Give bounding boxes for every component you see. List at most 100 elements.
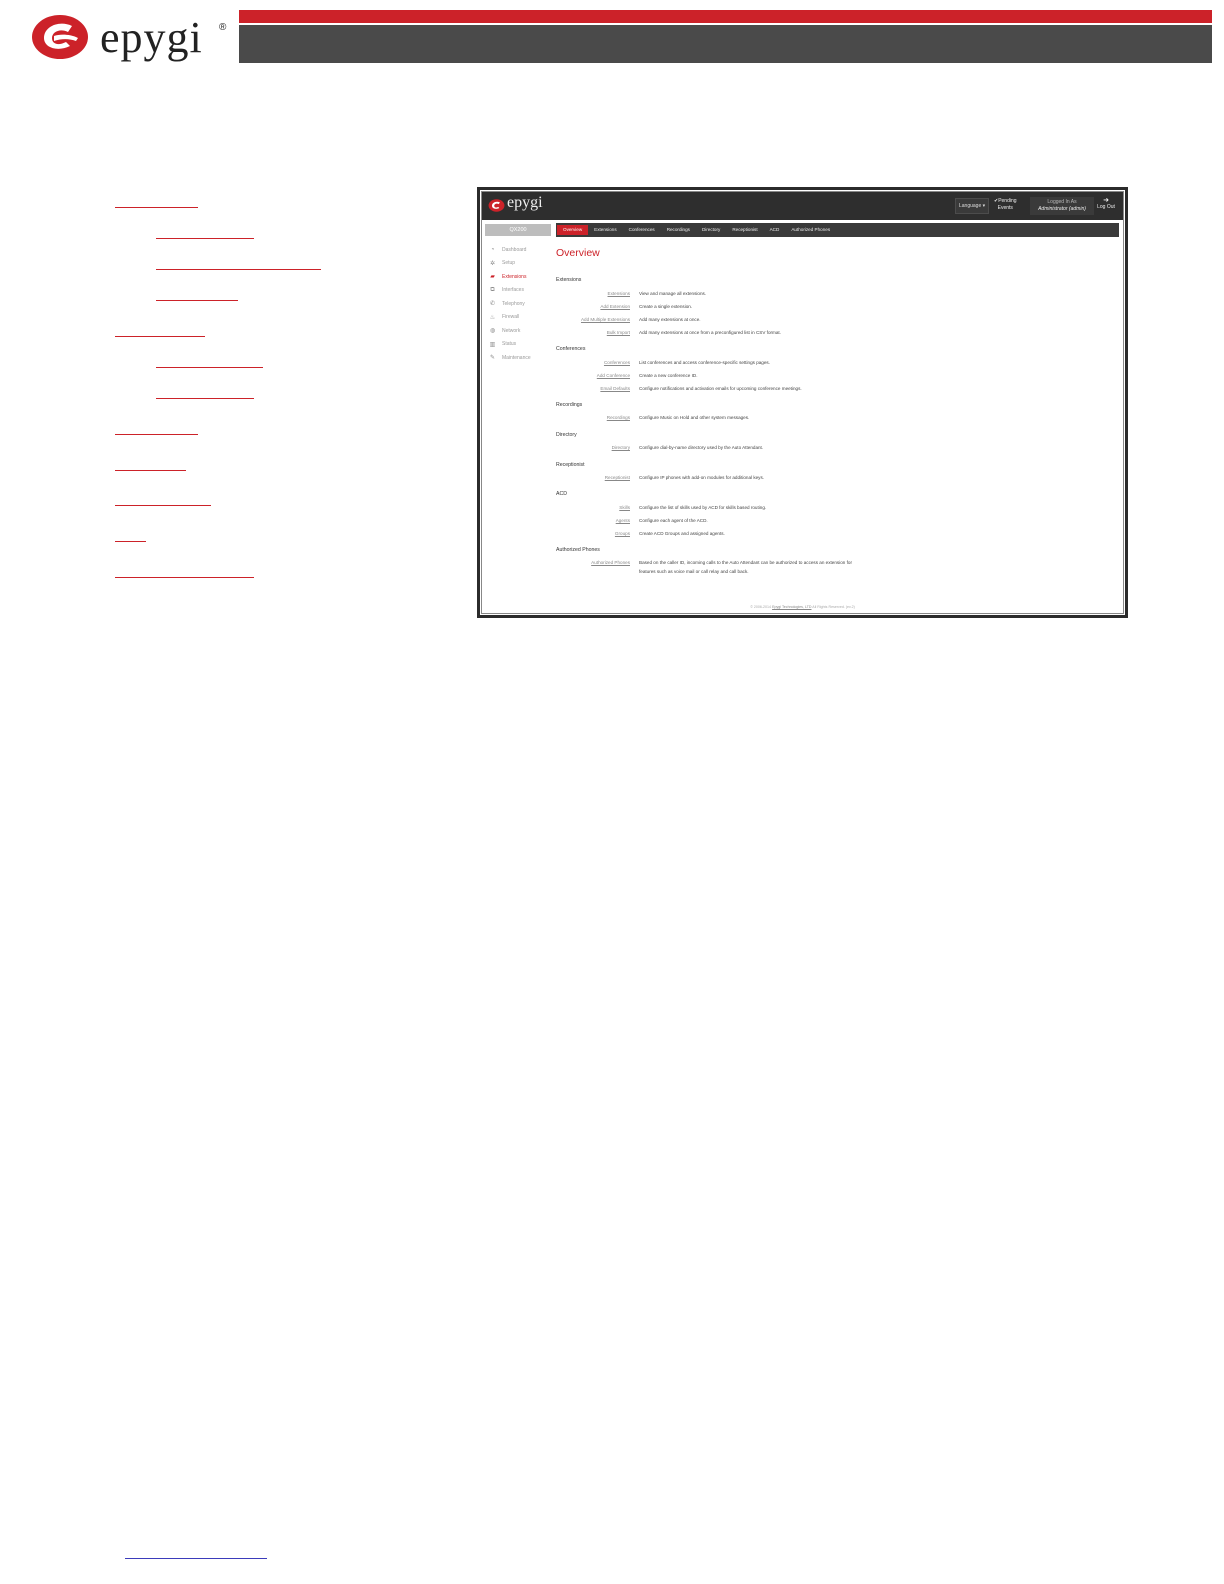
app-screenshot: epygi Language ▾ ✔Pending Events Logged … <box>477 187 1128 618</box>
header-dark-band <box>239 25 1212 63</box>
dashboard-icon: ◔ <box>490 246 495 253</box>
link-add-conference[interactable]: Add Conference <box>556 373 630 378</box>
sidebar-item-maintenance[interactable]: ✎ Maintenance <box>488 351 554 365</box>
sidebar-item-label: Extensions <box>502 273 527 280</box>
logout-button[interactable]: ➜ Log Out <box>1094 197 1118 211</box>
sidebar-item-label: Maintenance <box>502 354 531 361</box>
toc-link-1-2[interactable] <box>156 260 321 270</box>
pending-events-line2: Events <box>997 205 1013 211</box>
sidebar-item-interfaces[interactable]: ⧉ Interfaces <box>488 284 554 298</box>
app-topbar: epygi Language ▾ ✔Pending Events Logged … <box>482 192 1123 220</box>
link-authorized-phones[interactable]: Authorized Phones <box>556 560 630 565</box>
desc-skills: Configure the list of skills used by ACD… <box>639 505 767 510</box>
toc-link-1-1[interactable] <box>156 229 254 239</box>
desc-agents: Configure each agent of the ACD. <box>639 518 708 523</box>
toc-link-2-1[interactable] <box>156 358 263 368</box>
language-dropdown[interactable]: Language ▾ <box>955 198 990 214</box>
section-title-receptionist: Receptionist <box>556 462 585 468</box>
link-bulk-import[interactable]: Bulk Import <box>556 330 630 335</box>
extensions-icon: ▰ <box>490 274 495 281</box>
epygi-swirl-icon <box>32 15 88 59</box>
toc-link-2[interactable] <box>115 327 205 337</box>
interfaces-icon: ⧉ <box>490 286 495 293</box>
logout-label: Log Out <box>1097 204 1115 210</box>
tab-conferences[interactable]: Conferences <box>623 225 661 235</box>
flame-icon: ♨ <box>489 314 496 321</box>
tab-recordings[interactable]: Recordings <box>661 225 696 235</box>
desc-add-conference: Create a new conference ID. <box>639 373 698 378</box>
registered-mark: ® <box>219 22 227 33</box>
epygi-wordmark: epygi <box>100 13 203 62</box>
sidebar-item-network[interactable]: ◍ Network <box>488 324 554 338</box>
sidebar-item-firewall[interactable]: ♨ Firewall <box>488 311 554 325</box>
link-extensions[interactable]: Extensions <box>556 291 630 296</box>
desc-recordings: Configure Music on Hold and other system… <box>639 415 750 420</box>
wrench-icon: ✎ <box>489 355 496 362</box>
link-add-multiple-extensions[interactable]: Add Multiple Extensions <box>556 317 630 322</box>
tab-receptionist[interactable]: Receptionist <box>726 225 763 235</box>
logged-in-user: Administrator (admin) <box>1038 206 1086 212</box>
link-groups[interactable]: Groups <box>556 531 630 536</box>
link-receptionist[interactable]: Receptionist <box>556 475 630 480</box>
section-title-directory: Directory <box>556 432 577 438</box>
logged-in-box: Logged In As Administrator (admin) <box>1030 197 1094 215</box>
tab-authorized-phones[interactable]: Authorized Phones <box>785 225 836 235</box>
toc-link-6[interactable] <box>115 532 146 542</box>
device-name: QX200 <box>485 224 551 236</box>
desc-authorized-phones: Based on the caller ID, incoming calls t… <box>639 560 852 565</box>
sidebar-item-dashboard[interactable]: ◔ Dashboard <box>488 243 554 257</box>
phone-icon: ✆ <box>489 301 496 308</box>
toc-link-1[interactable] <box>115 198 198 208</box>
overview-content: Overview Extensions Extensions View and … <box>556 247 1116 574</box>
app-swirl-icon <box>488 199 505 212</box>
toc-link-1-3[interactable] <box>156 291 238 301</box>
status-icon: ▥ <box>489 341 496 348</box>
toc-link-7[interactable] <box>115 568 254 578</box>
logged-in-label: Logged In As <box>1047 199 1077 205</box>
sidebar-item-setup[interactable]: ✲ Setup <box>488 257 554 271</box>
copyright-prefix: © 2006-2014 <box>750 605 772 609</box>
sidebar-item-label: Interfaces <box>502 287 524 294</box>
link-email-defaults[interactable]: Email Defaults <box>556 386 630 391</box>
desc-extensions: View and manage all extensions. <box>639 291 707 296</box>
tab-bar: Overview Extensions Conferences Recordin… <box>556 223 1119 237</box>
pending-events-line1: ✔Pending <box>994 198 1017 204</box>
tab-acd[interactable]: ACD <box>764 225 786 235</box>
toc-link-4[interactable] <box>115 461 186 471</box>
copyright-suffix: All Rights Reserved. (ev.2) <box>812 605 855 609</box>
sidebar: ◔ Dashboard ✲ Setup ▰ Extensions ⧉ Interface… <box>488 243 554 365</box>
tab-extensions[interactable]: Extensions <box>588 225 622 235</box>
gear-icon: ✲ <box>489 260 496 267</box>
sidebar-item-extensions[interactable]: ▰ Extensions <box>488 270 554 284</box>
globe-icon: ◍ <box>489 328 496 335</box>
desc-receptionist: Configure IP phones with add-on modules … <box>639 475 765 480</box>
pending-events-button[interactable]: ✔Pending Events <box>994 198 1017 212</box>
link-add-extension[interactable]: Add Extension <box>556 304 630 309</box>
desc-email-defaults: Configure notifications and activation e… <box>639 386 802 391</box>
section-title-acd: ACD <box>556 491 567 497</box>
toc-link-3[interactable] <box>115 425 198 435</box>
desc-add-multiple-extensions: Add many extensions at once. <box>639 317 701 322</box>
link-conferences[interactable]: Conferences <box>556 360 630 365</box>
sidebar-item-telephony[interactable]: ✆ Telephony <box>488 297 554 311</box>
sidebar-item-label: Status <box>502 341 517 348</box>
copyright-company-link[interactable]: Epygi Technologies, LTD <box>772 605 811 609</box>
tab-directory[interactable]: Directory <box>696 225 726 235</box>
section-title-recordings: Recordings <box>556 402 583 408</box>
link-skills[interactable]: Skills <box>556 505 630 510</box>
link-recordings[interactable]: Recordings <box>556 415 630 420</box>
link-directory[interactable]: Directory <box>556 445 630 450</box>
tab-overview[interactable]: Overview <box>557 225 589 235</box>
app-wordmark: epygi <box>507 194 543 211</box>
sidebar-item-label: Firewall <box>502 314 520 321</box>
toc-link-5[interactable] <box>115 496 211 506</box>
desc-conferences: List conferences and access conference-s… <box>639 360 770 365</box>
desc-authorized-phones-line2: features such as voice mail or call rela… <box>639 569 749 574</box>
sidebar-item-status[interactable]: ▥ Status <box>488 338 554 352</box>
footer-link[interactable] <box>125 1549 267 1559</box>
toc-link-2-2[interactable] <box>156 389 254 399</box>
header-red-band <box>239 10 1212 23</box>
desc-directory: Configure dial-by-name directory used by… <box>639 445 764 450</box>
desc-groups: Create ACD Groups and assigned agents. <box>639 531 725 536</box>
link-agents[interactable]: Agents <box>556 518 630 523</box>
